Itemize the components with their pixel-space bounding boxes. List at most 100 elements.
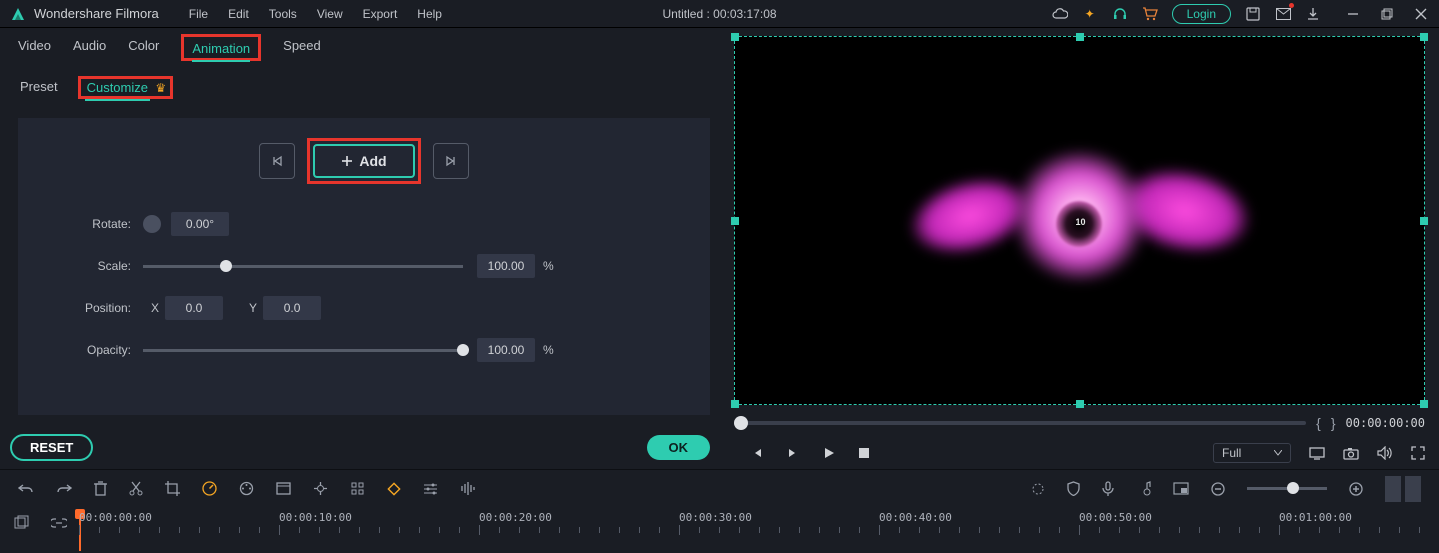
display-icon[interactable] (1309, 447, 1325, 460)
minimize-icon[interactable] (1345, 6, 1361, 22)
pip-icon[interactable] (1173, 482, 1189, 495)
mask-icon[interactable] (350, 481, 365, 496)
subtab-customize-highlight: Customize ♛ (78, 76, 174, 99)
zoom-in-icon[interactable] (1349, 482, 1363, 496)
preview-canvas[interactable]: 10 (734, 36, 1425, 405)
cut-icon[interactable] (129, 481, 143, 496)
fullscreen-icon[interactable] (1411, 446, 1425, 460)
menu-edit[interactable]: Edit (228, 7, 249, 21)
tl-label: 00:00:50:00 (1079, 511, 1152, 524)
zoom-slider-thumb[interactable] (1287, 482, 1299, 494)
rotate-input[interactable] (171, 212, 229, 236)
opacity-slider[interactable] (143, 349, 463, 352)
pos-x-input[interactable] (165, 296, 223, 320)
rotate-knob[interactable] (143, 215, 161, 233)
add-label: Add (359, 153, 386, 169)
shield-icon[interactable] (1067, 481, 1080, 496)
panel-footer: RESET OK (0, 425, 728, 469)
maximize-icon[interactable] (1379, 6, 1395, 22)
mic-icon[interactable] (1102, 481, 1114, 497)
pos-y-input[interactable] (263, 296, 321, 320)
greenscreen-icon[interactable] (276, 482, 291, 495)
mark-in-icon[interactable]: { (1316, 415, 1321, 431)
menu-view[interactable]: View (317, 7, 343, 21)
pos-x-label: X (151, 301, 159, 315)
volume-icon[interactable] (1377, 446, 1393, 460)
tab-animation[interactable]: Animation (192, 41, 250, 62)
tl-label: 00:00:40:00 (879, 511, 952, 524)
mail-icon[interactable] (1275, 6, 1291, 22)
scrub-track[interactable] (734, 421, 1306, 425)
scale-slider[interactable] (143, 265, 463, 268)
preview-badge: 10 (1076, 217, 1086, 227)
reset-button[interactable]: RESET (10, 434, 93, 461)
redo-icon[interactable] (56, 482, 72, 496)
zoom-out-icon[interactable] (1211, 482, 1225, 496)
next-keyframe-button[interactable] (433, 143, 469, 179)
play-icon[interactable] (822, 446, 836, 460)
subtab-customize[interactable]: Customize (85, 78, 150, 101)
scrub-row: { } 00:00:00:00 (734, 415, 1425, 431)
menu-file[interactable]: File (189, 7, 208, 21)
scale-slider-thumb[interactable] (220, 260, 232, 272)
track-thumbnails[interactable] (1385, 476, 1421, 502)
document-title: Untitled : 00:03:17:08 (662, 7, 776, 21)
quality-select[interactable]: Full (1213, 443, 1291, 463)
crown-icon: ♛ (155, 81, 166, 95)
stop-icon[interactable] (858, 447, 870, 459)
snapshot-icon[interactable] (1343, 447, 1359, 460)
prev-keyframe-button[interactable] (259, 143, 295, 179)
opacity-input[interactable] (477, 338, 535, 362)
pos-y-label: Y (249, 301, 257, 315)
tab-animation-highlight: Animation (181, 34, 261, 61)
link-icon[interactable] (51, 515, 67, 530)
audio-icon[interactable] (460, 481, 475, 496)
download-icon[interactable] (1305, 6, 1321, 22)
mark-out-icon[interactable]: } (1331, 415, 1336, 431)
tab-speed[interactable]: Speed (283, 38, 321, 57)
delete-icon[interactable] (94, 481, 107, 496)
menu-export[interactable]: Export (363, 7, 398, 21)
timeline-ruler[interactable]: 00:00:00:00 00:00:10:00 00:00:20:00 00:0… (79, 511, 1439, 551)
panel-body: Add Rotate: Scale: % Position: X (18, 118, 710, 415)
tab-video[interactable]: Video (18, 38, 51, 57)
menubar: File Edit Tools View Export Help (189, 7, 442, 21)
opacity-slider-thumb[interactable] (457, 344, 469, 356)
save-icon[interactable] (1245, 6, 1261, 22)
menu-tools[interactable]: Tools (269, 7, 297, 21)
color-icon[interactable] (239, 481, 254, 496)
scrub-thumb[interactable] (734, 416, 748, 430)
cart-icon[interactable] (1142, 6, 1158, 22)
undo-icon[interactable] (18, 482, 34, 496)
keyframe-icon[interactable] (387, 482, 401, 496)
add-row: Add (48, 138, 680, 184)
marker-icon[interactable] (1031, 482, 1045, 496)
plus-icon (341, 155, 353, 167)
step-back-icon[interactable] (750, 446, 764, 460)
tab-color[interactable]: Color (128, 38, 159, 57)
adjust-icon[interactable] (423, 482, 438, 495)
headphones-icon[interactable] (1112, 6, 1128, 22)
zoom-slider[interactable] (1247, 487, 1327, 490)
tabs-row: Video Audio Color Animation Speed (0, 28, 728, 66)
sparkle-icon[interactable]: ✦ (1082, 6, 1098, 22)
track-add-icon[interactable] (14, 515, 29, 530)
add-button[interactable]: Add (313, 144, 414, 178)
ok-button[interactable]: OK (647, 435, 711, 460)
subtab-preset[interactable]: Preset (18, 77, 60, 98)
menu-help[interactable]: Help (417, 7, 442, 21)
motion-icon[interactable] (313, 481, 328, 496)
speed-icon[interactable] (202, 481, 217, 496)
scale-input[interactable] (477, 254, 535, 278)
main: Video Audio Color Animation Speed Preset… (0, 28, 1439, 469)
step-forward-icon[interactable] (786, 446, 800, 460)
crop-icon[interactable] (165, 481, 180, 496)
tab-audio[interactable]: Audio (73, 38, 106, 57)
tl-label: 00:00:00:00 (79, 511, 152, 524)
timecode-display: 00:00:00:00 (1346, 416, 1425, 430)
mixer-icon[interactable] (1136, 481, 1151, 496)
cloud-icon[interactable] (1052, 6, 1068, 22)
login-button[interactable]: Login (1172, 4, 1231, 24)
timeline: 00:00:00:00 00:00:10:00 00:00:20:00 00:0… (0, 507, 1439, 553)
close-icon[interactable] (1413, 6, 1429, 22)
